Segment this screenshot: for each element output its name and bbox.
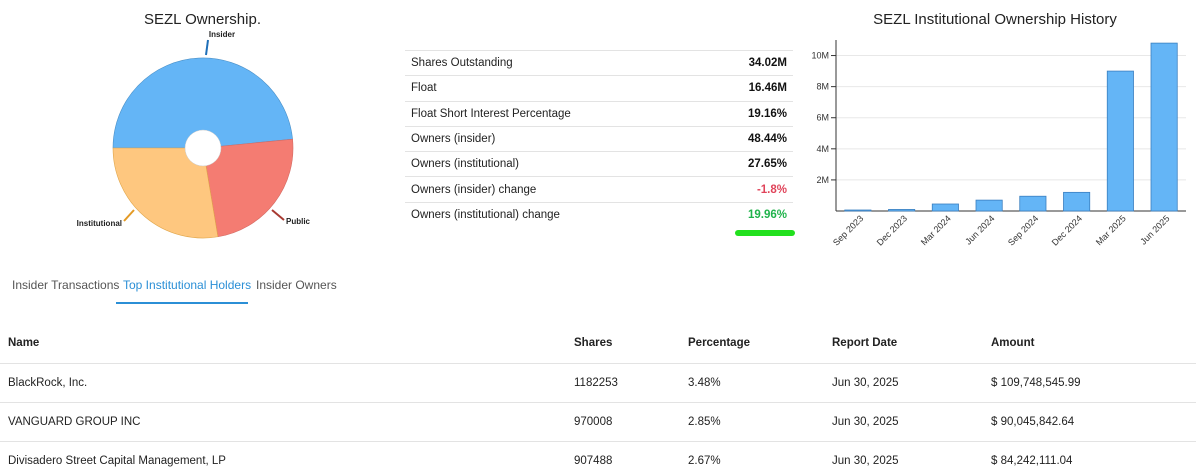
stat-value: 19.16% <box>704 100 793 127</box>
y-tick-label: 6M <box>816 113 829 123</box>
stat-value-positive: 19.96% <box>704 201 793 228</box>
x-tick-label: Dec 2023 <box>875 213 909 247</box>
history-bar[interactable] <box>844 209 872 212</box>
y-tick-label: 2M <box>816 175 829 185</box>
stat-label: Owners (institutional) <box>405 151 705 177</box>
column-header-report-date[interactable]: Report Date <box>824 324 983 364</box>
pie-label-connector <box>123 209 135 222</box>
holder-amount: $ 84,242,111.04 <box>983 441 1196 476</box>
tab-top-institutional-holders[interactable]: Top Institutional Holders <box>123 278 251 304</box>
x-tick-label: Mar 2025 <box>1094 213 1128 247</box>
pie-slice-label-public: Public <box>286 217 311 226</box>
stat-label: Owners (insider) <box>405 125 705 152</box>
ownership-history-panel: 2M 4M 6M 8M 10M Sep 2023 Dec 2023 Mar 2024 Jun 2… <box>800 0 1200 260</box>
ownership-history-bar-chart: 2M 4M 6M 8M 10M Sep 2023 Dec 2023 Mar 2024 Jun 2… <box>811 40 1186 248</box>
column-header-percentage[interactable]: Percentage <box>680 324 824 364</box>
stat-value-negative: -1.8% <box>704 176 793 203</box>
holder-percentage: 3.48% <box>680 363 824 403</box>
history-bar[interactable] <box>1106 70 1134 212</box>
holder-report-date: Jun 30, 2025 <box>824 363 983 403</box>
x-tick-label: Jun 2024 <box>963 213 996 246</box>
column-header-shares[interactable]: Shares <box>566 324 680 364</box>
pie-slice-label-insider: Insider <box>209 30 235 39</box>
stat-row: Owners (insider) change -1.8% <box>405 176 793 203</box>
holder-name: VANGUARD GROUP INC <box>0 402 566 442</box>
stat-row: Owners (institutional) change 19.96% <box>405 201 793 228</box>
stat-row: Float 16.46M <box>405 75 793 102</box>
x-tick-label: Dec 2024 <box>1050 213 1084 247</box>
x-tick-label: Mar 2024 <box>919 213 953 247</box>
stat-value: 27.65% <box>704 151 793 177</box>
institutional-holders-table: Name Shares Percentage Report Date Amoun… <box>0 324 1196 476</box>
stat-row: Owners (insider) 48.44% <box>405 125 793 152</box>
table-row[interactable]: VANGUARD GROUP INC 970008 2.85% Jun 30, … <box>0 402 1196 442</box>
history-bar[interactable] <box>1019 195 1047 212</box>
stat-value: 16.46M <box>704 75 793 102</box>
tab-insider-transactions[interactable]: Insider Transactions <box>12 278 119 304</box>
active-tab-indicator <box>116 302 248 304</box>
holder-shares: 907488 <box>566 441 680 476</box>
holder-name: Divisadero Street Capital Management, LP <box>0 441 566 476</box>
ownership-chart-title: SEZL Ownership. <box>144 11 261 28</box>
ownership-stats-table: Shares Outstanding 34.02M Float 16.46M Flo… <box>405 49 793 228</box>
holder-percentage: 2.85% <box>680 402 824 442</box>
stat-label: Owners (insider) change <box>405 176 705 203</box>
stat-value: 48.44% <box>704 125 793 152</box>
history-bar[interactable] <box>931 203 959 212</box>
stat-label: Float <box>405 75 705 102</box>
stat-label: Float Short Interest Percentage <box>405 100 705 127</box>
ownership-pie-panel: Insider Public Institutional SEZL Ownershi… <box>0 0 400 250</box>
x-tick-label: Sep 2023 <box>831 213 865 247</box>
holder-report-date: Jun 30, 2025 <box>824 441 983 476</box>
pie-label-connector <box>271 209 285 221</box>
table-row[interactable]: BlackRock, Inc. 1182253 3.48% Jun 30, 20… <box>0 363 1196 403</box>
pie-label-connector <box>205 39 209 56</box>
x-tick-label: Jun 2025 <box>1138 213 1171 246</box>
highlight-underline <box>735 230 795 236</box>
table-row[interactable]: Divisadero Street Capital Management, LP… <box>0 441 1196 476</box>
holder-amount: $ 90,045,842.64 <box>983 402 1196 442</box>
stat-row: Shares Outstanding 34.02M <box>405 49 793 76</box>
stat-row: Owners (institutional) 27.65% <box>405 151 793 177</box>
history-bar[interactable] <box>1150 42 1178 212</box>
stat-value: 34.02M <box>704 49 793 76</box>
history-bar[interactable] <box>888 209 916 212</box>
column-header-name[interactable]: Name <box>0 324 566 364</box>
tab-insider-owners[interactable]: Insider Owners <box>256 278 337 304</box>
x-tick-label: Sep 2024 <box>1006 213 1040 247</box>
y-tick-label: 4M <box>816 144 829 154</box>
holder-percentage: 2.67% <box>680 441 824 476</box>
table-header-row: Name Shares Percentage Report Date Amoun… <box>0 324 1196 364</box>
history-bar[interactable] <box>975 199 1003 212</box>
stat-label: Shares Outstanding <box>405 49 705 76</box>
holder-amount: $ 109,748,545.99 <box>983 363 1196 403</box>
y-tick-label: 10M <box>811 51 829 61</box>
ownership-stats-panel: Shares Outstanding 34.02M Float 16.46M Flo… <box>405 49 795 236</box>
y-tick-label: 8M <box>816 82 829 92</box>
ownership-pie-chart: Insider Public Institutional <box>77 30 311 239</box>
pie-slice-label-institutional: Institutional <box>77 219 122 228</box>
holder-shares: 1182253 <box>566 363 680 403</box>
holder-report-date: Jun 30, 2025 <box>824 402 983 442</box>
institutional-holders-table-wrap: Name Shares Percentage Report Date Amoun… <box>0 324 1196 476</box>
holders-tab-bar: Insider Transactions Top Institutional H… <box>0 270 400 304</box>
stat-row: Float Short Interest Percentage 19.16% <box>405 100 793 127</box>
column-header-amount[interactable]: Amount <box>983 324 1196 364</box>
history-chart-title: SEZL Institutional Ownership History <box>873 11 1117 28</box>
holder-name: BlackRock, Inc. <box>0 363 566 403</box>
stat-label: Owners (institutional) change <box>405 201 705 228</box>
history-bar[interactable] <box>1063 191 1091 212</box>
holder-shares: 970008 <box>566 402 680 442</box>
pie-center-hole <box>184 129 222 167</box>
